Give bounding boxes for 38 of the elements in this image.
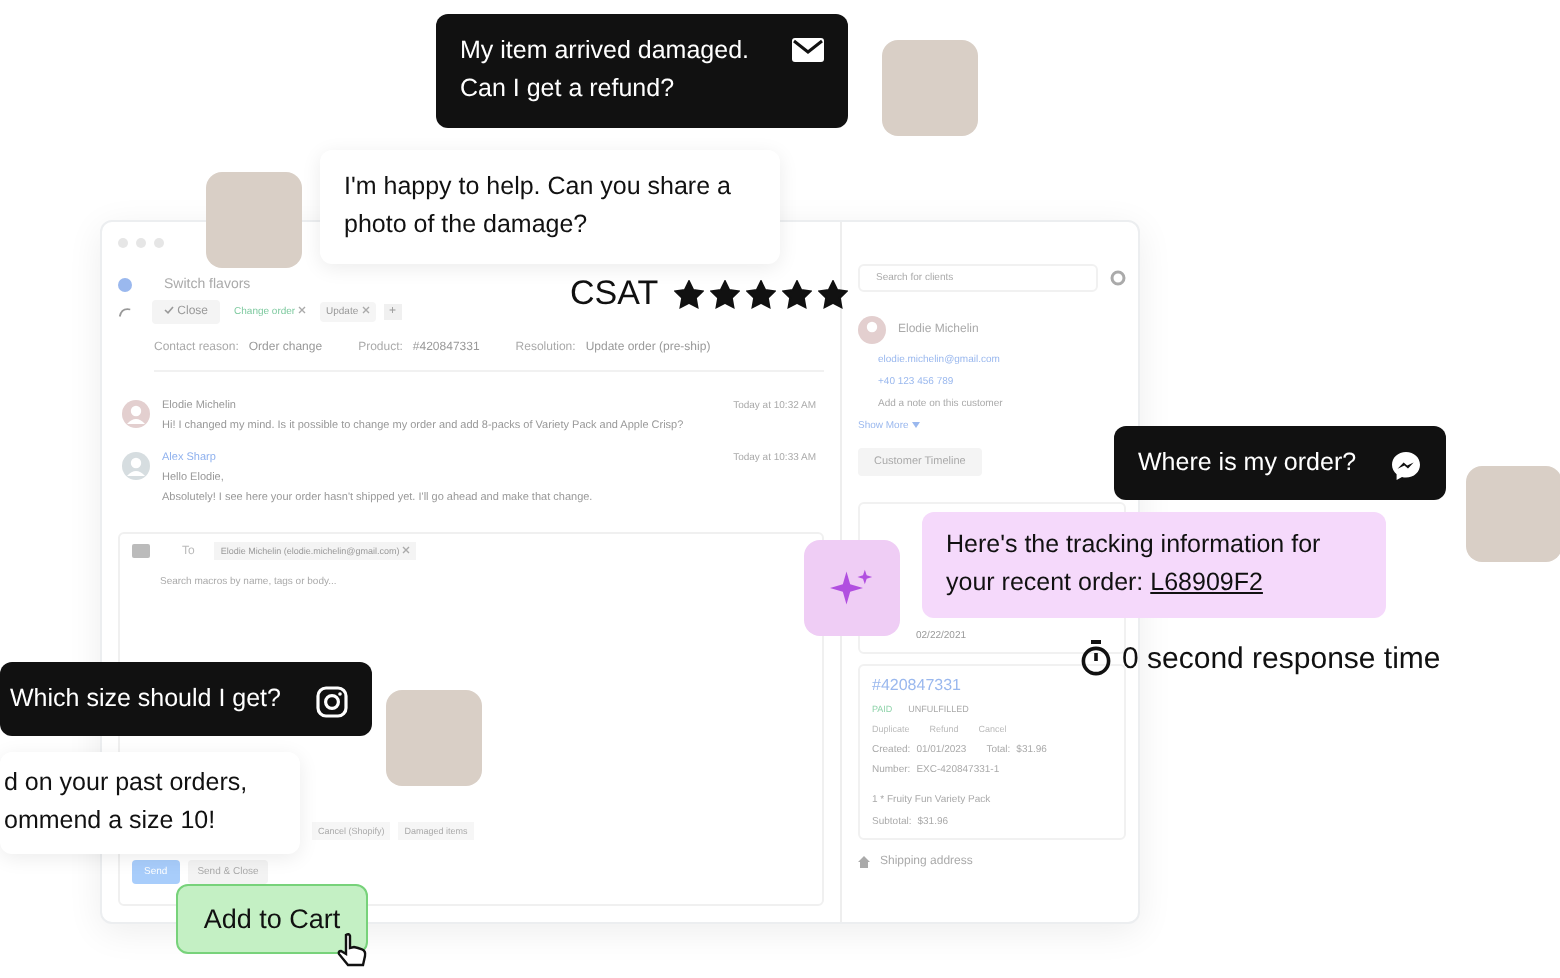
chat-message: Which size should I get? xyxy=(10,682,281,716)
csat-label: CSAT xyxy=(570,274,659,314)
chat-message: My item arrived damaged. Can I get a refund? xyxy=(460,34,752,107)
add-to-cart-button[interactable]: Add to Cart xyxy=(176,884,368,954)
avatar-icon xyxy=(122,400,150,428)
info-icon xyxy=(118,278,132,292)
tracking-link[interactable]: L68909F2 xyxy=(1150,568,1263,597)
avatar-photo xyxy=(386,690,482,786)
chat-message: Where is my order? xyxy=(1138,446,1357,480)
avatar-photo xyxy=(882,40,978,136)
chat-message: I'm happy to help. Can you share a photo of the damage? xyxy=(344,170,733,243)
avatar-icon xyxy=(858,316,886,344)
hand-cursor-icon xyxy=(336,932,368,968)
instagram-icon xyxy=(316,686,348,718)
close-icon[interactable] xyxy=(361,306,369,314)
chat-message: Here's the tracking information for your recent order: L68909F2 xyxy=(946,528,1323,601)
close-icon[interactable] xyxy=(401,546,410,554)
star-icon xyxy=(746,279,777,309)
caret-icon xyxy=(911,422,920,428)
avatar-icon xyxy=(122,452,150,480)
mail-icon xyxy=(132,544,150,558)
star-icon xyxy=(818,279,849,309)
star-icon xyxy=(674,279,705,309)
star-icon xyxy=(782,279,813,309)
sparkle-icon xyxy=(804,540,900,636)
check-icon xyxy=(164,306,174,314)
stopwatch-icon xyxy=(1080,640,1112,676)
messenger-icon xyxy=(1390,450,1422,482)
response-time-text: 0 second response time xyxy=(1122,641,1441,675)
order-number[interactable]: #420847331 xyxy=(872,676,961,694)
star-icon xyxy=(710,279,741,309)
avatar-photo xyxy=(1466,466,1560,562)
avatar-photo xyxy=(206,172,302,268)
close-icon[interactable] xyxy=(297,306,306,314)
settings-icon[interactable] xyxy=(1110,270,1126,286)
chat-message: d on your past orders, ommend a size 10! xyxy=(4,766,250,839)
home-icon xyxy=(858,856,870,868)
email-icon xyxy=(792,38,824,62)
